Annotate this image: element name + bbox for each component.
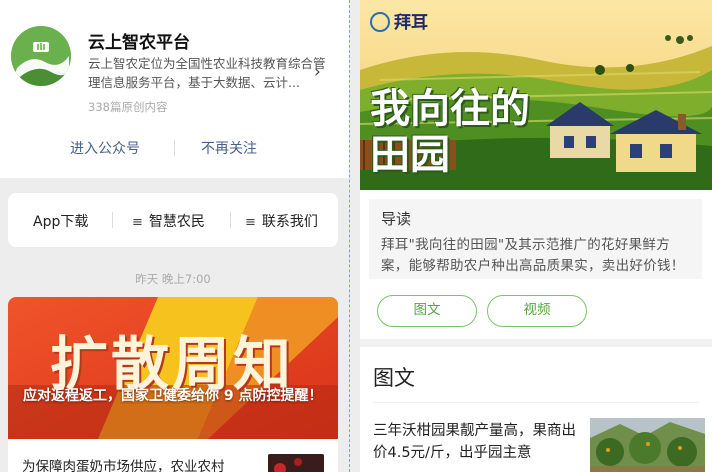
banner-caption: 应对返程返工，国家卫健委给你 9 点防控提醒！ [23,388,323,404]
menu-app-download[interactable]: App下载 [33,211,88,231]
chevron-right-icon[interactable]: › [314,62,321,82]
tab-picture-text[interactable]: 图文 [377,295,477,327]
divider [112,212,113,228]
divider [230,212,231,228]
article-subtitle[interactable]: 为保障肉蛋奶市场供应，农业农村 [22,455,225,472]
guide-body: 拜耳"我向往的田园"及其示范推广的花好果鲜方案，能够帮助农户种出高品质果实，卖出… [381,237,685,274]
account-card[interactable]: 云上智农平台 云上智农定位为全国性农业科技教育综合管理信息服务平台，基于大数据、… [0,0,349,178]
menu-smart-farmer[interactable]: ≡ 智慧农民 [132,211,205,231]
guide-heading: 导读 [381,210,412,228]
article-card[interactable]: 扩散周知 应对返程返工，国家卫健委给你 9 点防控提醒！ 为保障肉蛋奶市场供应，… [8,297,338,472]
article-thumbnail[interactable] [268,454,324,472]
menu-contact-us-label: 联系我们 [261,214,318,230]
brand-name: 拜耳 [394,13,428,33]
enter-account-button[interactable]: 进入公众号 [70,138,140,158]
bayer-cross-icon [370,12,390,32]
screen: 云上智农平台 云上智农定位为全国性农业科技教育综合管理信息服务平台，基于大数据、… [0,0,712,472]
account-actions: 进入公众号 不再关注 [0,128,349,168]
hero-title-line2: 田园 [370,132,450,178]
menu-icon: ≡ [245,215,256,230]
hero-title: 我向往的 田园 [370,86,530,178]
hero-banner[interactable]: 拜耳 我向往的 田园 [360,0,712,190]
divider [174,140,175,156]
divider [373,402,699,403]
brand-logo: 拜耳 [370,8,428,33]
account-description: 云上智农定位为全国性农业科技教育综合管理信息服务平台，基于大数据、云计... [88,56,326,90]
promo-panel: 拜耳 我向往的 田园 导读 拜耳"我向往的田园"及其示范推广的花好果鲜方案，能够… [360,0,712,472]
post-title[interactable]: 三年沃柑园果靓产量高，果商出价4.5元/斤，出乎园主意 [373,420,588,464]
guide-box: 导读 拜耳"我向往的田园"及其示范推广的花好果鲜方案，能够帮助农户种出高品质果实… [369,199,702,279]
tab-video[interactable]: 视频 [487,295,587,327]
farm-logo-icon [11,26,71,86]
account-menu: App下载 ≡ 智慧农民 ≡ 联系我们 [8,193,338,247]
unfollow-button[interactable]: 不再关注 [201,138,257,158]
menu-smart-farmer-label: 智慧农民 [148,214,205,230]
account-panel: 云上智农平台 云上智农定位为全国性农业科技教育综合管理信息服务平台，基于大数据、… [0,0,349,472]
article-banner[interactable]: 扩散周知 应对返程返工，国家卫健委给你 9 点防控提醒！ [8,297,338,439]
menu-contact-us[interactable]: ≡ 联系我们 [245,211,318,231]
hero-title-line1: 我向往的 [370,86,530,132]
article-count: 338篇原创内容 [88,100,168,114]
section-gap [360,339,712,347]
section-title: 图文 [373,366,415,390]
account-name: 云上智农平台 [88,33,190,53]
post-thumbnail[interactable] [590,418,705,472]
menu-icon: ≡ [132,215,143,230]
message-timestamp: 昨天 晚上7:00 [135,272,211,286]
panel-divider [349,0,350,472]
